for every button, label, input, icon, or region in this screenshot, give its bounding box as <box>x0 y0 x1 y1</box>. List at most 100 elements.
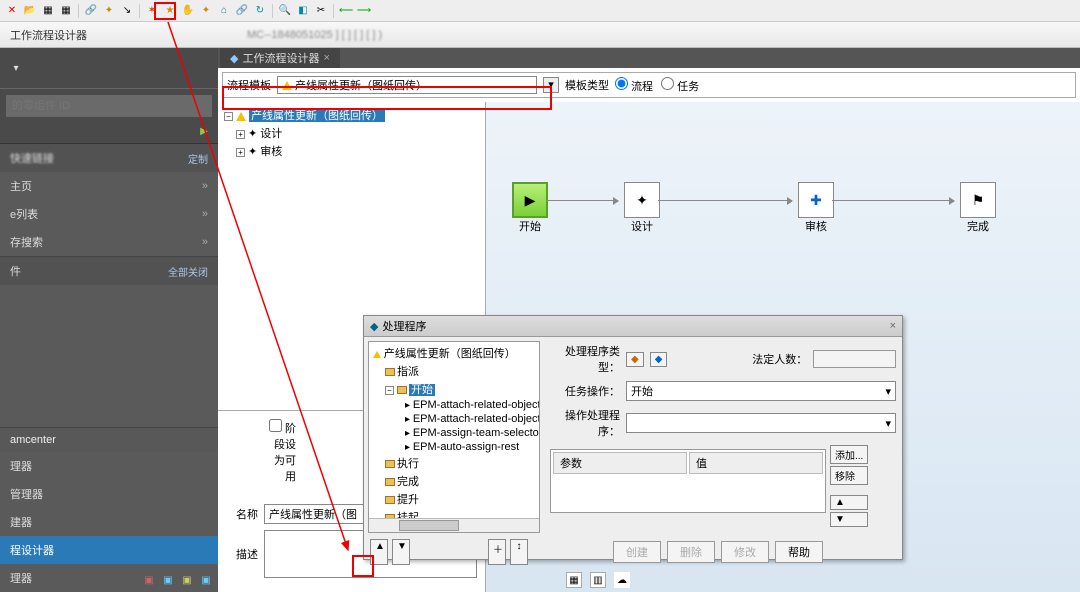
handlers-tree[interactable]: 产线属性更新（图纸回传） 指派 −开始 ▸ EPM-attach-related… <box>368 341 540 533</box>
htree-h2[interactable]: ▸ EPM-assign-team-selector <box>371 426 537 440</box>
quicklinks-header[interactable]: 快速链接 定制 <box>0 144 218 172</box>
add-button[interactable]: 添加... <box>830 445 868 464</box>
node-end[interactable]: ⚑完成 <box>954 182 1002 234</box>
htree-start[interactable]: −开始 <box>371 380 537 398</box>
quorum-field[interactable] <box>813 350 896 368</box>
tb-star2-icon[interactable]: ★ <box>162 3 178 19</box>
template-input[interactable]: 产线属性更新（图纸回传） <box>277 76 537 94</box>
op-handler-select[interactable]: ▾ <box>626 413 896 433</box>
tb-link-icon[interactable]: 🔗 <box>83 3 99 19</box>
sidebar: ▾ ▶ 快速链接 定制 主页» e列表» 存搜索» 件 全部关闭 amcente… <box>0 48 218 592</box>
mini-layout-icon[interactable]: ▦ <box>566 572 582 588</box>
open-items-header[interactable]: 件 全部关闭 <box>0 257 218 285</box>
tb-run-icon[interactable]: ✶ <box>144 3 160 19</box>
tb-doc1-icon[interactable]: ▦ <box>40 3 56 19</box>
sidebar-header: ▾ <box>0 48 218 88</box>
h-scrollbar[interactable] <box>369 518 539 532</box>
ql-saved[interactable]: 存搜索» <box>0 228 218 256</box>
tab-close-icon[interactable]: × <box>323 52 329 64</box>
tb-home-icon[interactable]: ⌂ <box>216 3 232 19</box>
app-title: 工作流程设计器 <box>10 27 87 43</box>
htree-assign[interactable]: 指派 <box>371 362 537 380</box>
node-design[interactable]: ✦设计 <box>618 182 666 234</box>
template-dropdown-button[interactable]: ▾ <box>543 77 559 93</box>
expander-icon[interactable]: − <box>385 386 394 395</box>
tb-gear-icon[interactable]: ✦ <box>101 3 117 19</box>
htree-h1[interactable]: ▸ EPM-attach-related-object <box>371 412 537 426</box>
node-start[interactable]: ▶开始 <box>506 182 554 234</box>
folder-icon <box>385 496 395 504</box>
type-btn-1[interactable]: ◆ <box>626 352 644 367</box>
nav-item-workflow-designer[interactable]: 程设计器 <box>0 536 218 564</box>
mini-cloud-icon[interactable]: ☁ <box>614 572 630 588</box>
tree-up-button[interactable]: ▲ <box>370 539 388 565</box>
tree-review[interactable]: +✦ 审核 <box>222 142 481 160</box>
radio-task[interactable]: 任务 <box>661 77 699 94</box>
folder-icon <box>385 368 395 376</box>
htree-done[interactable]: 完成 <box>371 472 537 490</box>
handler-form: 处理程序类型： ◆ ◆ 法定人数： 任务操作： 开始▾ 操作处理程序： ▾ 参数… <box>544 337 902 537</box>
col-param: 参数 <box>553 452 687 474</box>
tb-open-icon[interactable]: 📂 <box>22 3 38 19</box>
create-button[interactable]: 创建 <box>613 541 661 563</box>
htree-h3[interactable]: ▸ EPM-auto-assign-rest <box>371 440 537 454</box>
mini-handlers-icon[interactable]: ▥ <box>590 572 606 588</box>
node-review[interactable]: ✚审核 <box>792 182 840 234</box>
expander-icon[interactable]: + <box>236 130 245 139</box>
htree-root[interactable]: 产线属性更新（图纸回传） <box>371 344 537 362</box>
ql-list[interactable]: e列表» <box>0 200 218 228</box>
tb-doc2-icon[interactable]: ▦ <box>58 3 74 19</box>
htree-promote[interactable]: 提升 <box>371 490 537 508</box>
phase-checkbox[interactable]: 阶段设为可用 <box>264 419 296 484</box>
task-op-label: 任务操作： <box>550 383 620 399</box>
radio-process[interactable]: 流程 <box>615 77 653 94</box>
move-down-button[interactable]: ▼ <box>830 512 868 527</box>
sb-ico-2[interactable]: ▣ <box>160 572 176 588</box>
move-up-button[interactable]: ▲ <box>830 495 868 510</box>
template-label: 流程模板 <box>227 77 271 93</box>
tb-close-icon[interactable]: ✕ <box>4 3 20 19</box>
tb-search-icon[interactable]: 🔍 <box>277 3 293 19</box>
sb-ico-1[interactable]: ▣ <box>141 572 157 588</box>
task-op-select[interactable]: 开始▾ <box>626 381 896 401</box>
sidebar-menu-icon[interactable]: ▾ <box>8 60 24 76</box>
tb-back-icon[interactable]: ⟵ <box>338 3 354 19</box>
tb-arrow-icon[interactable]: ↘ <box>119 3 135 19</box>
nav-item-2[interactable]: 建器 <box>0 508 218 536</box>
type-btn-2[interactable]: ◆ <box>650 352 668 367</box>
dialog-close-icon[interactable]: × <box>890 320 896 332</box>
tree-expand-button[interactable]: ＋ <box>488 539 506 565</box>
nav-item-1[interactable]: 管理器 <box>0 480 218 508</box>
htree-h0[interactable]: ▸ EPM-attach-related-object <box>371 398 537 412</box>
remove-button[interactable]: 移除 <box>830 466 868 485</box>
tab-workflow-designer[interactable]: ◆ 工作流程设计器 × <box>220 48 340 68</box>
tree-root[interactable]: − 产线属性更新（图纸回传） <box>222 106 481 124</box>
tb-star3-icon[interactable]: ✦ <box>198 3 214 19</box>
search-input[interactable] <box>6 95 212 117</box>
tb-refresh-icon[interactable]: ↻ <box>252 3 268 19</box>
customize-link[interactable]: 定制 <box>188 151 208 166</box>
tb-fwd-icon[interactable]: ⟶ <box>356 3 372 19</box>
tb-hand-icon[interactable]: ✋ <box>180 3 196 19</box>
sb-ico-4[interactable]: ▣ <box>198 572 214 588</box>
delete-button[interactable]: 删除 <box>667 541 715 563</box>
dialog-titlebar[interactable]: ◆ 处理程序 × <box>364 316 902 337</box>
close-all-link[interactable]: 全部关闭 <box>168 264 208 279</box>
tb-cut-icon[interactable]: ✂ <box>313 3 329 19</box>
modify-button[interactable]: 修改 <box>721 541 769 563</box>
nav-item-0[interactable]: 理器 <box>0 452 218 480</box>
help-button[interactable]: 帮助 <box>775 541 823 563</box>
sb-ico-3[interactable]: ▣ <box>179 572 195 588</box>
tree-collapse-button[interactable]: ↕ <box>510 539 528 565</box>
expander-icon[interactable]: + <box>236 148 245 157</box>
htree-exec[interactable]: 执行 <box>371 454 537 472</box>
tree-down-button[interactable]: ▼ <box>392 539 410 565</box>
tb-link2-icon[interactable]: 🔗 <box>234 3 250 19</box>
template-row: 流程模板 产线属性更新（图纸回传） ▾ 模板类型 流程 任务 <box>222 72 1076 98</box>
search-go-icon[interactable]: ▶ <box>196 123 212 139</box>
expander-icon[interactable]: − <box>224 112 233 121</box>
tb-cube-icon[interactable]: ◧ <box>295 3 311 19</box>
params-table[interactable]: 参数值 <box>550 449 826 513</box>
tree-design[interactable]: +✦ 设计 <box>222 124 481 142</box>
ql-home[interactable]: 主页» <box>0 172 218 200</box>
